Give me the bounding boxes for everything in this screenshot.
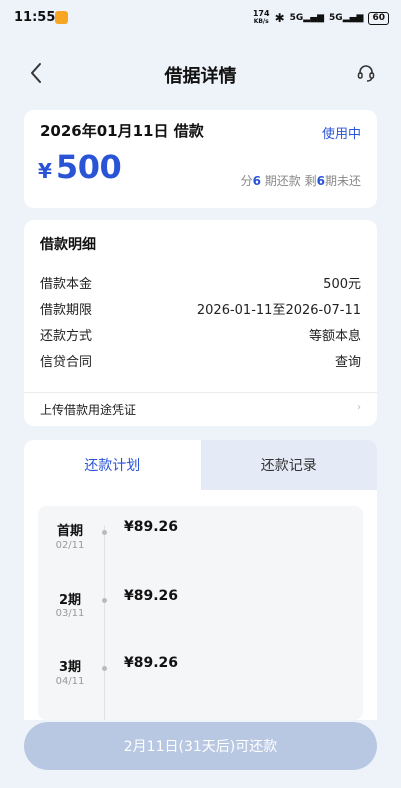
period-label: 3期 xyxy=(58,660,82,675)
period-amount: ¥89.26 xyxy=(124,588,179,604)
contract-label: 信贷合同 xyxy=(40,355,93,370)
periods-info: 分6 期还款 剩6期未还 xyxy=(240,174,361,188)
repay-button[interactable]: 2月11日(31天后)可还款 xyxy=(24,722,377,770)
principal-value: 500元 xyxy=(323,277,361,292)
detail-title: 借款明细 xyxy=(40,237,96,253)
currency-symbol: ¥ xyxy=(38,159,52,183)
network-speed: 174 KB/s xyxy=(252,9,270,26)
signal-icon-2: 5G▂▄▆ xyxy=(329,13,364,23)
timeline-line xyxy=(104,525,105,720)
chevron-right-icon: › xyxy=(357,402,361,413)
principal-label: 借款本金 xyxy=(40,277,93,292)
schedule-tabs: 还款计划 还款记录 xyxy=(24,440,377,490)
term-value: 2026-01-11至2026-07-11 xyxy=(196,303,361,318)
loan-amount: ¥ 500 xyxy=(38,148,122,186)
app-notification-icon xyxy=(55,11,68,24)
signal-icon: 5G▂▄▆ xyxy=(289,13,325,23)
upload-proof-item[interactable]: 上传借款用途凭证 xyxy=(40,401,136,418)
page-title: 借据详情 xyxy=(164,66,237,87)
timeline-dot xyxy=(102,666,107,671)
loan-status-badge: 使用中 xyxy=(321,127,361,142)
repay-method-label: 还款方式 xyxy=(40,329,93,344)
customer-service-button[interactable] xyxy=(353,60,379,86)
period-amount: ¥89.26 xyxy=(124,655,179,671)
period-date: 04/11 xyxy=(55,676,85,687)
period-date: 03/11 xyxy=(55,608,85,619)
amount-value: 500 xyxy=(55,148,122,186)
contract-query-link[interactable]: 查询 xyxy=(335,351,361,370)
timeline-dot xyxy=(102,598,107,603)
period-label: 首期 xyxy=(56,524,83,539)
divider xyxy=(24,392,377,393)
battery-icon: 60 xyxy=(368,11,389,25)
bluetooth-icon: ✱ xyxy=(274,11,285,25)
period-label: 2期 xyxy=(58,593,82,608)
timeline-dot xyxy=(102,530,107,535)
loan-date: 2026年01月11日 借款 xyxy=(40,122,204,140)
customer-service-icon xyxy=(357,65,375,82)
period-date: 02/11 xyxy=(55,540,85,551)
period-amount: ¥89.26 xyxy=(124,519,179,535)
tab-repayment-plan[interactable]: 还款计划 xyxy=(24,440,201,490)
term-label: 借款期限 xyxy=(40,303,93,318)
status-indicators: 174 KB/s ✱ 5G▂▄▆ 5G▂▄▆ 60 xyxy=(253,10,389,26)
tab-repayment-records[interactable]: 还款记录 xyxy=(200,440,377,490)
status-time: 11:55 xyxy=(14,10,56,25)
repay-method-value: 等额本息 xyxy=(308,329,361,344)
